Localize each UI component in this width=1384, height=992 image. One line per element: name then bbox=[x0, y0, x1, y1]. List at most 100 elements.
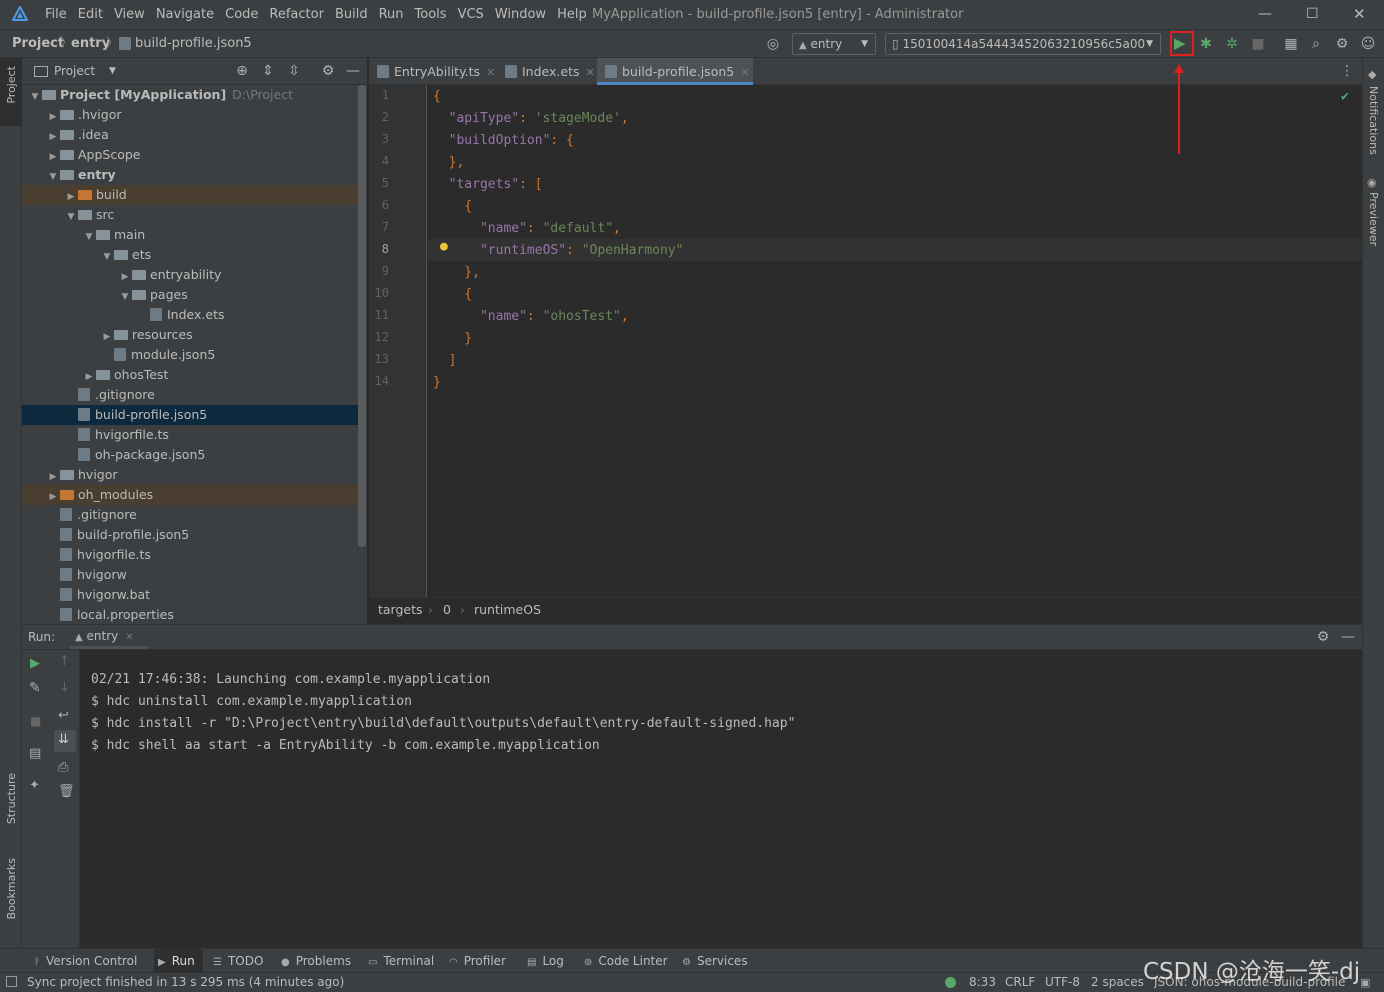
run-tab-entry[interactable]: ▲ entry ✕ bbox=[70, 625, 148, 649]
stop-icon[interactable]: ■ bbox=[30, 714, 41, 728]
locate-icon[interactable]: ⊕ bbox=[234, 63, 250, 79]
expand-all-icon[interactable]: ⇕ bbox=[260, 63, 276, 79]
layout-icon[interactable]: ▤ bbox=[29, 746, 41, 761]
tree-row[interactable]: ▶ hvigor bbox=[22, 465, 358, 485]
minimize-button[interactable]: — bbox=[1258, 0, 1272, 29]
tree-row[interactable]: ▼ Project [MyApplication] D:\Project bbox=[22, 85, 358, 105]
close-tab-icon[interactable]: ✕ bbox=[586, 66, 595, 79]
chevron-down-icon[interactable]: ▼ bbox=[46, 167, 60, 187]
menu-refactor[interactable]: Refactor bbox=[269, 0, 324, 29]
chevron-down-icon[interactable]: ▼ bbox=[109, 58, 116, 85]
chevron-right-icon[interactable]: ▶ bbox=[46, 467, 60, 487]
menu-tools[interactable]: Tools bbox=[415, 0, 447, 29]
chevron-down-icon[interactable]: ▼ bbox=[28, 87, 42, 107]
run-button[interactable]: ▶ bbox=[1174, 34, 1186, 52]
editor-crumb-2[interactable]: runtimeOS bbox=[474, 598, 541, 622]
tree-row[interactable]: ▶ build bbox=[22, 185, 358, 205]
chevron-down-icon[interactable]: ▼ bbox=[118, 287, 132, 307]
chevron-right-icon[interactable]: ▶ bbox=[82, 367, 96, 387]
target-icon[interactable]: ◎ bbox=[765, 36, 781, 52]
caret-position[interactable]: 8:33 bbox=[969, 973, 996, 992]
close-tab-icon[interactable]: ✕ bbox=[125, 632, 133, 643]
bookmarks-tool-tab[interactable]: Bookmarks bbox=[5, 858, 18, 919]
menu-vcs[interactable]: VCS bbox=[458, 0, 484, 29]
settings-icon[interactable]: ⚙ bbox=[1334, 36, 1350, 52]
tree-row[interactable]: ▼ pages bbox=[22, 285, 358, 305]
tree-row[interactable]: .gitignore bbox=[22, 385, 358, 405]
structure-tool-tab[interactable]: Structure bbox=[5, 773, 18, 824]
rerun-icon[interactable]: ▶ bbox=[30, 656, 40, 671]
module-select[interactable]: ▲ entry ▼ bbox=[792, 33, 876, 55]
tree-row[interactable]: ▶ ohosTest bbox=[22, 365, 358, 385]
print-icon[interactable]: ⎙ bbox=[58, 760, 68, 775]
tree-row[interactable]: local.properties bbox=[22, 605, 358, 624]
tree-row[interactable]: hvigorw.bat bbox=[22, 585, 358, 605]
close-tab-icon[interactable]: ✕ bbox=[740, 66, 749, 79]
chevron-right-icon[interactable]: ▶ bbox=[46, 487, 60, 507]
previewer-tool-tab[interactable]: Previewer bbox=[1367, 192, 1380, 246]
tree-row[interactable]: ▶ .idea bbox=[22, 125, 358, 145]
pin-icon[interactable]: ✦ bbox=[29, 778, 40, 793]
account-icon[interactable]: ☺ bbox=[1360, 36, 1376, 52]
chevron-down-icon[interactable]: ▼ bbox=[82, 227, 96, 247]
close-tab-icon[interactable]: ✕ bbox=[486, 66, 495, 79]
tree-row[interactable]: ▼ main bbox=[22, 225, 358, 245]
tree-row[interactable]: ▶ AppScope bbox=[22, 145, 358, 165]
menu-edit[interactable]: Edit bbox=[78, 0, 103, 29]
maximize-button[interactable]: ☐ bbox=[1306, 0, 1319, 29]
wrench-icon[interactable]: ✎ bbox=[29, 680, 41, 696]
editor-tab[interactable]: build-profile.json5 ✕ bbox=[597, 58, 753, 85]
editor-tab[interactable]: EntryAbility.ts ✕ bbox=[369, 58, 497, 85]
attach-debugger-icon[interactable]: ✲ bbox=[1224, 36, 1240, 52]
settings-icon[interactable]: ⚙ bbox=[1315, 629, 1331, 645]
tree-row[interactable]: oh-package.json5 bbox=[22, 445, 358, 465]
tree-row[interactable]: module.json5 bbox=[22, 345, 358, 365]
tree-row[interactable]: hvigorfile.ts bbox=[22, 425, 358, 445]
device-manager-icon[interactable]: ▦ bbox=[1283, 36, 1299, 52]
tree-scrollbar[interactable] bbox=[358, 85, 366, 547]
code-editor[interactable]: { "apiType": 'stageMode', "buildOption":… bbox=[428, 85, 1362, 597]
editor-crumb-1[interactable]: 0 bbox=[443, 598, 451, 622]
project-tool-tab[interactable]: Project bbox=[5, 66, 18, 104]
tree-row[interactable]: hvigorw bbox=[22, 565, 358, 585]
editor-tab[interactable]: Index.ets ✕ bbox=[497, 58, 597, 85]
menu-help[interactable]: Help bbox=[557, 0, 587, 29]
chevron-right-icon[interactable]: ▶ bbox=[46, 107, 60, 127]
device-select[interactable]: ▯ 150100414a54443452063210956c5a00 ▼ bbox=[885, 33, 1161, 55]
menu-run[interactable]: Run bbox=[379, 0, 404, 29]
scroll-to-end-icon[interactable]: ⇊ bbox=[58, 732, 69, 747]
collapse-all-icon[interactable]: ⇳ bbox=[286, 63, 302, 79]
panel-toggle-icon[interactable] bbox=[6, 976, 17, 987]
tree-row[interactable]: ▶ entryability bbox=[22, 265, 358, 285]
chevron-right-icon[interactable]: ▶ bbox=[46, 147, 60, 167]
tree-row[interactable]: ▶ oh_modules bbox=[22, 485, 358, 505]
tree-row[interactable]: build-profile.json5 bbox=[22, 405, 358, 425]
indent-setting[interactable]: 2 spaces bbox=[1091, 973, 1144, 992]
menu-window[interactable]: Window bbox=[495, 0, 546, 29]
tree-row[interactable]: hvigorfile.ts bbox=[22, 545, 358, 565]
menu-view[interactable]: View bbox=[114, 0, 145, 29]
arrow-up-icon[interactable]: ↑ bbox=[59, 654, 70, 669]
chevron-down-icon[interactable]: ▼ bbox=[100, 247, 114, 267]
tree-row[interactable]: ▼ src bbox=[22, 205, 358, 225]
tree-row[interactable]: ▼ ets bbox=[22, 245, 358, 265]
breadcrumb-project[interactable]: Project bbox=[12, 30, 64, 57]
more-tabs-icon[interactable]: ⋮ bbox=[1340, 63, 1354, 79]
line-separator[interactable]: CRLF bbox=[1005, 973, 1035, 992]
notifications-tool-tab[interactable]: Notifications bbox=[1367, 86, 1380, 155]
stop-icon[interactable]: ■ bbox=[1250, 36, 1266, 52]
chevron-right-icon[interactable]: ▶ bbox=[46, 127, 60, 147]
menu-build[interactable]: Build bbox=[335, 0, 368, 29]
soft-wrap-icon[interactable]: ↩ bbox=[58, 708, 69, 723]
tree-row[interactable]: ▼ entry bbox=[22, 165, 358, 185]
debug-icon[interactable]: ✱ bbox=[1198, 36, 1214, 52]
file-encoding[interactable]: UTF-8 bbox=[1045, 973, 1080, 992]
tree-row[interactable]: ▶ .hvigor bbox=[22, 105, 358, 125]
lightbulb-icon[interactable]: ● bbox=[440, 239, 448, 254]
editor-crumb-0[interactable]: targets bbox=[378, 598, 423, 622]
tree-row[interactable]: build-profile.json5 bbox=[22, 525, 358, 545]
breadcrumb-module[interactable]: entry bbox=[71, 30, 110, 57]
chevron-right-icon[interactable]: ▶ bbox=[118, 267, 132, 287]
chevron-right-icon[interactable]: ▶ bbox=[100, 327, 114, 347]
tree-row[interactable]: ▶ resources bbox=[22, 325, 358, 345]
